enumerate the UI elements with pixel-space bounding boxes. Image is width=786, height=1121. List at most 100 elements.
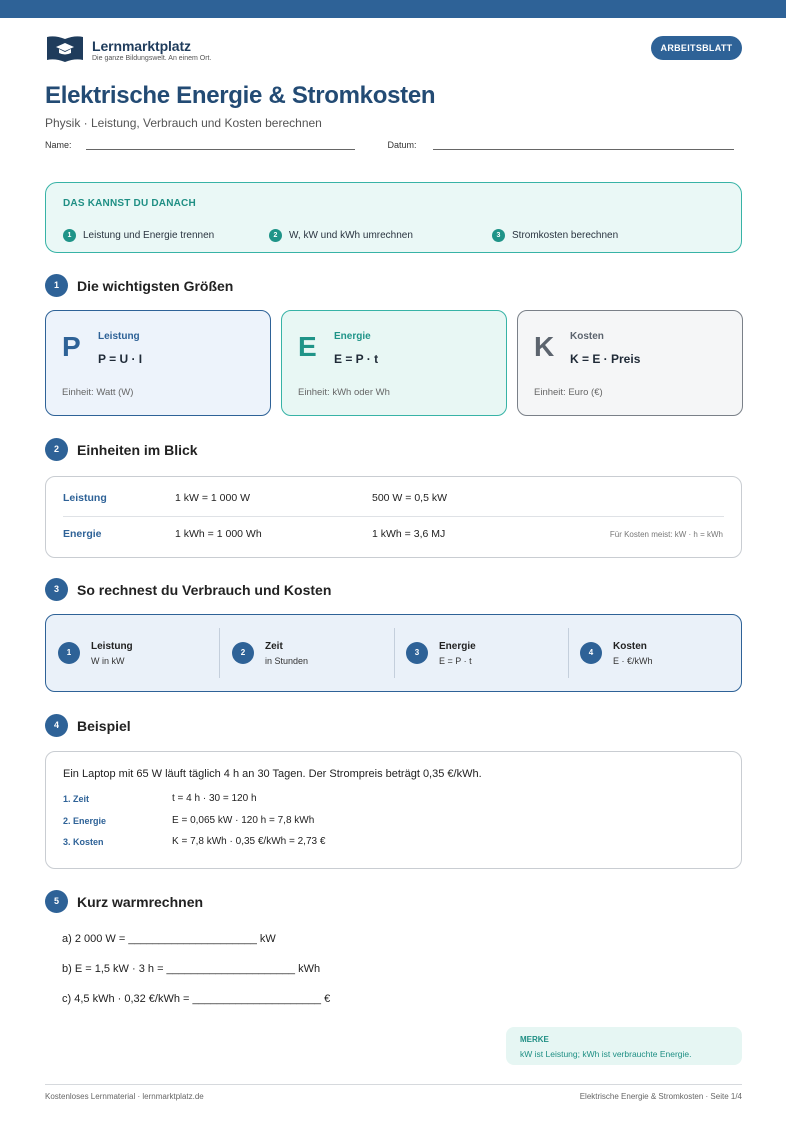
units-row-label: Energie bbox=[63, 528, 102, 540]
example-box: Ein Laptop mit 65 W läuft täglich 4 h an… bbox=[45, 751, 742, 869]
quantity-formula: P = U · I bbox=[98, 352, 143, 366]
goals-title: DAS KANNST DU DANACH bbox=[63, 198, 196, 209]
quantity-unit: Einheit: kWh oder Wh bbox=[298, 387, 390, 398]
exercise-prompt: c) 4,5 kWh · 0,32 €/kWh = bbox=[62, 993, 193, 1005]
section-heading: 2 Einheiten im Blick bbox=[45, 438, 198, 461]
section-number: 2 bbox=[45, 438, 68, 461]
memo-box: MERKE kW ist Leistung; kWh ist verbrauch… bbox=[506, 1027, 742, 1065]
brand-logo: Lernmarktplatz Die ganze Bildungswelt. A… bbox=[45, 34, 211, 64]
answer-blank[interactable]: _____________________ bbox=[193, 993, 321, 1005]
example-text: Ein Laptop mit 65 W läuft täglich 4 h an… bbox=[63, 768, 482, 780]
section-heading: 5 Kurz warmrechnen bbox=[45, 890, 203, 913]
section-title: Kurz warmrechnen bbox=[77, 893, 204, 910]
units-conversion: 1 kWh = 1 000 Wh bbox=[175, 528, 262, 540]
quantity-card-cost: K Kosten K = E · Preis Einheit: Euro (€) bbox=[517, 310, 743, 416]
units-divider bbox=[63, 516, 724, 517]
name-field[interactable] bbox=[85, 140, 355, 150]
name-label: Name: bbox=[45, 140, 72, 150]
exercise-unit: kWh bbox=[295, 963, 321, 975]
quantity-card-power: P Leistung P = U · I Einheit: Watt (W) bbox=[45, 310, 271, 416]
section-title: Beispiel bbox=[77, 717, 131, 734]
goal-item: 1 Leistung und Energie trennen bbox=[63, 229, 214, 242]
goal-number: 1 bbox=[63, 229, 76, 242]
step-divider bbox=[568, 628, 569, 678]
step-number: 4 bbox=[580, 642, 602, 664]
section-title: So rechnest du Verbrauch und Kosten bbox=[77, 581, 332, 598]
answer-blank[interactable]: _____________________ bbox=[128, 933, 256, 945]
step-item: 3 Energie E = P · t bbox=[406, 628, 476, 678]
top-bar bbox=[0, 0, 786, 18]
goal-item: 3 Stromkosten berechnen bbox=[492, 229, 618, 242]
exercise-prompt: a) 2 000 W = bbox=[62, 933, 129, 945]
exercise-c: c) 4,5 kWh · 0,32 €/kWh = ______________… bbox=[62, 993, 330, 1005]
quantity-letter: E bbox=[298, 331, 317, 362]
date-label: Datum: bbox=[387, 140, 417, 150]
example-step-label: 3. Kosten bbox=[63, 837, 104, 847]
example-step-label: 2. Energie bbox=[63, 816, 107, 826]
step-number: 3 bbox=[406, 642, 428, 664]
step-number: 2 bbox=[232, 642, 254, 664]
quantity-letter: K bbox=[534, 331, 555, 362]
page-title: Elektrische Energie & Stromkosten bbox=[45, 82, 436, 109]
step-divider bbox=[394, 628, 395, 678]
section-number: 4 bbox=[45, 714, 68, 737]
calculation-steps: 1 Leistung W in kW 2 Zeit in Stunden 3 E… bbox=[45, 614, 742, 692]
memo-text: kW ist Leistung; kWh ist verbrauchte Ene… bbox=[520, 1049, 692, 1059]
goal-text: Leistung und Energie trennen bbox=[83, 230, 215, 241]
exercise-b: b) E = 1,5 kW · 3 h = __________________… bbox=[62, 963, 320, 975]
graduation-cap-icon bbox=[47, 36, 83, 62]
brand-tagline: Die ganze Bildungswelt. An einem Ort. bbox=[92, 55, 212, 62]
goal-text: Stromkosten berechnen bbox=[512, 230, 619, 241]
goal-number: 2 bbox=[269, 229, 282, 242]
example-step-value: E = 0,065 kW · 120 h = 7,8 kWh bbox=[172, 815, 315, 826]
units-conversion: 1 kWh = 3,6 MJ bbox=[372, 528, 446, 540]
quantity-unit: Einheit: Euro (€) bbox=[534, 387, 603, 398]
step-subtitle: W in kW bbox=[91, 655, 125, 666]
quantity-unit: Einheit: Watt (W) bbox=[62, 387, 134, 398]
quantity-name: Energie bbox=[334, 331, 371, 342]
step-item: 4 Kosten E · €/kWh bbox=[580, 628, 653, 678]
units-conversion: 1 kW = 1 000 W bbox=[175, 492, 250, 504]
quantity-name: Leistung bbox=[98, 331, 140, 342]
step-title: Energie bbox=[439, 640, 476, 652]
example-step-value: K = 7,8 kWh · 0,35 €/kWh = 2,73 € bbox=[172, 836, 326, 847]
exercise-unit: € bbox=[321, 993, 331, 1005]
quantity-formula: E = P · t bbox=[334, 352, 379, 366]
quantity-letter: P bbox=[62, 331, 81, 362]
quantity-name: Kosten bbox=[570, 331, 604, 342]
example-step-value: t = 4 h · 30 = 120 h bbox=[172, 793, 257, 804]
step-item: 2 Zeit in Stunden bbox=[232, 628, 308, 678]
section-number: 5 bbox=[45, 890, 68, 913]
step-subtitle: E = P · t bbox=[439, 655, 472, 666]
example-step-label: 1. Zeit bbox=[63, 794, 90, 804]
step-subtitle: in Stunden bbox=[265, 655, 309, 666]
section-heading: 3 So rechnest du Verbrauch und Kosten bbox=[45, 578, 331, 601]
section-number: 3 bbox=[45, 578, 68, 601]
step-title: Leistung bbox=[91, 640, 133, 652]
section-number: 1 bbox=[45, 274, 68, 297]
worksheet-badge: ARBEITSBLATT bbox=[651, 36, 742, 60]
step-title: Kosten bbox=[613, 640, 647, 652]
name-date-row: Name: Datum: bbox=[45, 140, 734, 150]
goal-text: W, kW und kWh umrechnen bbox=[289, 230, 413, 241]
footer-left: Kostenloses Lernmaterial · lernmarktplat… bbox=[45, 1092, 204, 1101]
units-conversion: 500 W = 0,5 kW bbox=[372, 492, 447, 504]
exercise-a: a) 2 000 W = _____________________ kW bbox=[62, 933, 276, 945]
step-item: 1 Leistung W in kW bbox=[58, 628, 133, 678]
units-table: Leistung 1 kW = 1 000 W 500 W = 0,5 kW E… bbox=[45, 476, 742, 558]
exercise-unit: kW bbox=[256, 933, 276, 945]
date-field[interactable] bbox=[432, 140, 734, 150]
brand-name: Lernmarktplatz bbox=[92, 38, 191, 54]
quantity-formula: K = E · Preis bbox=[570, 352, 641, 366]
answer-blank[interactable]: _____________________ bbox=[167, 963, 295, 975]
learning-goals-box: DAS KANNST DU DANACH 1 Leistung und Ener… bbox=[45, 182, 742, 253]
step-divider bbox=[219, 628, 220, 678]
section-title: Die wichtigsten Größen bbox=[77, 277, 234, 294]
exercise-prompt: b) E = 1,5 kW · 3 h = bbox=[62, 963, 167, 975]
units-note: Für Kosten meist: kW · h = kWh bbox=[609, 530, 723, 539]
section-title: Einheiten im Blick bbox=[77, 441, 198, 458]
quantity-card-energy: E Energie E = P · t Einheit: kWh oder Wh bbox=[281, 310, 507, 416]
section-heading: 4 Beispiel bbox=[45, 714, 131, 737]
step-title: Zeit bbox=[265, 640, 283, 652]
section-heading: 1 Die wichtigsten Größen bbox=[45, 274, 233, 297]
